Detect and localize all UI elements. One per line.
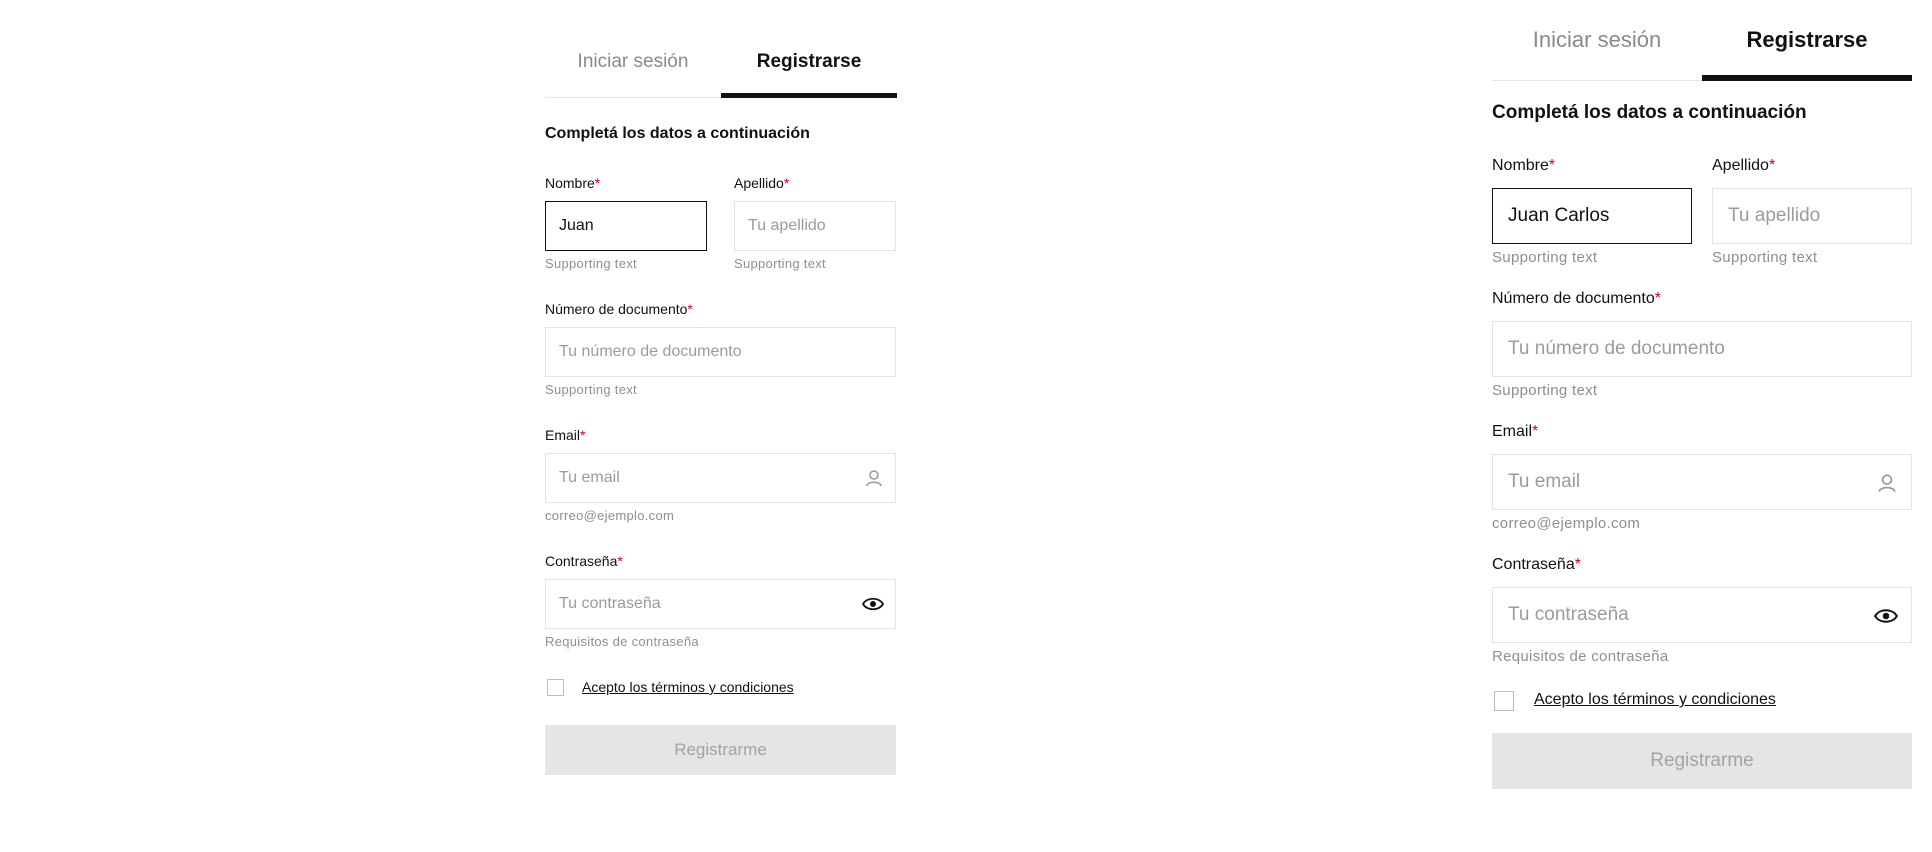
password-label: Contraseña*	[1492, 556, 1581, 573]
terms-link[interactable]: Acepto los términos y condiciones	[582, 679, 794, 695]
password-support: Requisitos de contraseña	[1492, 648, 1669, 665]
email-support: correo@ejemplo.com	[1492, 515, 1641, 532]
password-field[interactable]	[545, 579, 896, 629]
email-support: correo@ejemplo.com	[545, 508, 675, 523]
last-name-support: Supporting text	[1712, 249, 1818, 266]
password-support: Requisitos de contraseña	[545, 634, 699, 649]
password-field[interactable]	[1492, 587, 1912, 643]
terms-checkbox[interactable]	[1494, 691, 1514, 711]
document-field[interactable]	[1492, 321, 1912, 377]
tab-login[interactable]: Iniciar sesión	[1492, 20, 1702, 80]
email-field[interactable]	[545, 453, 896, 503]
active-tab-indicator	[1702, 75, 1912, 81]
first-name-label: Nombre*	[545, 175, 601, 191]
first-name-support: Supporting text	[545, 256, 637, 271]
document-input[interactable]	[546, 328, 895, 376]
first-name-input[interactable]	[1493, 189, 1691, 243]
active-tab-indicator	[721, 93, 897, 98]
document-field[interactable]	[545, 327, 896, 377]
terms-link[interactable]: Acepto los términos y condiciones	[1534, 691, 1776, 709]
register-panel-right: Iniciar sesión Registrarse Completá los …	[1480, 0, 1932, 852]
register-button[interactable]: Registrarme	[1492, 733, 1912, 789]
last-name-field[interactable]	[734, 201, 896, 251]
first-name-input[interactable]	[546, 202, 706, 250]
tab-register[interactable]: Registrarse	[721, 44, 897, 97]
document-support: Supporting text	[545, 382, 637, 397]
email-input[interactable]	[1493, 455, 1911, 509]
auth-tabs: Iniciar sesión Registrarse	[545, 44, 897, 98]
last-name-input[interactable]	[735, 202, 895, 250]
auth-tabs: Iniciar sesión Registrarse	[1492, 20, 1912, 81]
email-field[interactable]	[1492, 454, 1912, 510]
document-support: Supporting text	[1492, 382, 1598, 399]
last-name-support: Supporting text	[734, 256, 826, 271]
last-name-input[interactable]	[1713, 189, 1911, 243]
register-button[interactable]: Registrarme	[545, 725, 896, 775]
first-name-field[interactable]	[545, 201, 707, 251]
document-input[interactable]	[1493, 322, 1911, 376]
last-name-label: Apellido*	[734, 175, 790, 191]
document-label: Número de documento*	[1492, 290, 1661, 307]
form-heading: Completá los datos a continuación	[1492, 102, 1807, 123]
user-icon	[1875, 471, 1899, 495]
tab-login[interactable]: Iniciar sesión	[545, 44, 721, 97]
email-label: Email*	[545, 427, 586, 443]
last-name-label: Apellido*	[1712, 157, 1776, 174]
form-heading: Completá los datos a continuación	[545, 125, 810, 142]
email-label: Email*	[1492, 423, 1539, 440]
password-label: Contraseña*	[545, 553, 623, 569]
first-name-support: Supporting text	[1492, 249, 1598, 266]
user-icon	[863, 467, 885, 489]
register-panel-left: Iniciar sesión Registrarse Completá los …	[0, 0, 960, 852]
first-name-label: Nombre*	[1492, 157, 1556, 174]
document-label: Número de documento*	[545, 301, 693, 317]
password-input[interactable]	[1493, 588, 1911, 642]
last-name-field[interactable]	[1712, 188, 1912, 244]
tab-register[interactable]: Registrarse	[1702, 20, 1912, 80]
eye-icon[interactable]	[861, 593, 885, 615]
eye-icon[interactable]	[1873, 604, 1899, 628]
password-input[interactable]	[546, 580, 895, 628]
terms-checkbox[interactable]	[547, 679, 564, 696]
first-name-field[interactable]	[1492, 188, 1692, 244]
email-input[interactable]	[546, 454, 895, 502]
